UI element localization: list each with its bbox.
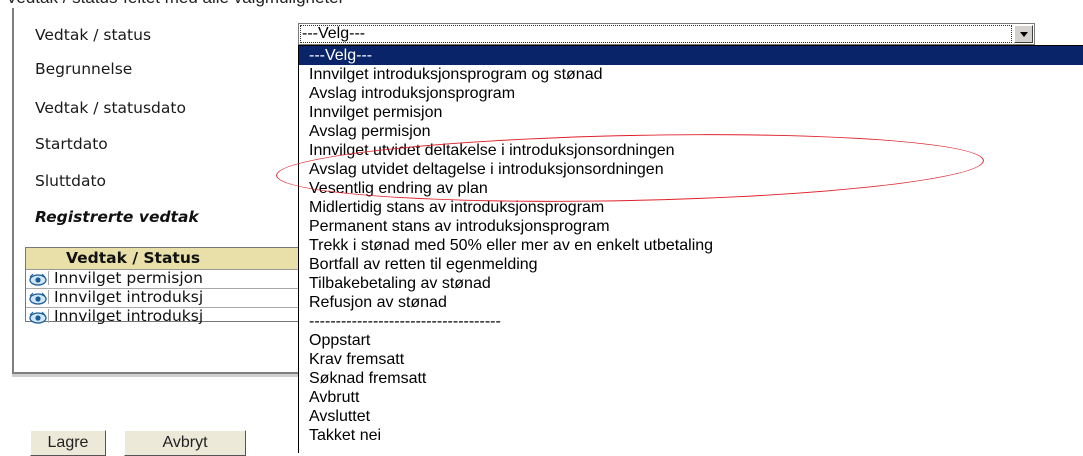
registrerte-vedtak-heading: Registrerte vedtak bbox=[35, 208, 199, 226]
table-cell-status: Innvilget introduksj bbox=[54, 288, 204, 306]
dropdown-option[interactable]: Tilbakebetaling av stønad bbox=[299, 274, 1083, 293]
avbryt-button[interactable]: Avbryt bbox=[124, 430, 246, 456]
eye-icon[interactable] bbox=[28, 290, 49, 305]
table-row[interactable]: Innvilget introduksj bbox=[26, 307, 304, 326]
begrunnelse-label: Begrunnelse bbox=[35, 60, 133, 78]
table-row[interactable]: Innvilget introduksj bbox=[26, 288, 304, 308]
lagre-button[interactable]: Lagre bbox=[30, 430, 106, 456]
dropdown-option[interactable]: Bortfall av retten til egenmelding bbox=[299, 255, 1083, 274]
eye-icon[interactable] bbox=[28, 309, 49, 324]
dropdown-option[interactable]: Vesentlig endring av plan bbox=[299, 179, 1083, 198]
dropdown-option[interactable]: Søknad fremsatt bbox=[299, 369, 1083, 388]
vedtak-table: Vedtak / Status Innvilget permisjon Innv… bbox=[25, 247, 305, 325]
dropdown-option[interactable]: Permanent stans av introduksjonsprogram bbox=[299, 217, 1083, 236]
dropdown-option[interactable]: Oppstart bbox=[299, 331, 1083, 350]
dropdown-option[interactable]: Takket nei bbox=[299, 426, 1083, 445]
dropdown-option[interactable]: Avslag utvidet deltagelse i introduksjon… bbox=[299, 160, 1083, 179]
dropdown-option[interactable]: Avslag permisjon bbox=[299, 122, 1083, 141]
dropdown-option[interactable]: Innvilget permisjon bbox=[299, 103, 1083, 122]
dropdown-option[interactable]: ------------------------------------ bbox=[299, 312, 1083, 331]
dropdown-option[interactable]: ---Velg--- bbox=[299, 46, 1083, 65]
sluttdato-label: Sluttdato bbox=[35, 172, 107, 190]
startdato-label: Startdato bbox=[35, 135, 108, 153]
vedtak-status-select[interactable]: ---Velg--- bbox=[298, 23, 1035, 45]
chevron-down-icon[interactable] bbox=[1014, 25, 1033, 43]
dropdown-option[interactable]: Avbrutt bbox=[299, 388, 1083, 407]
table-row[interactable]: Innvilget permisjon bbox=[26, 269, 304, 289]
top-strip-text: Vedtak / status-feltet med alle valgmuli… bbox=[6, 0, 344, 8]
dropdown-option[interactable]: Avslag introduksjonsprogram bbox=[299, 84, 1083, 103]
eye-icon[interactable] bbox=[28, 271, 49, 286]
dropdown-option[interactable]: Avsluttet bbox=[299, 407, 1083, 426]
dropdown-option[interactable]: Innvilget introduksjonsprogram og stønad bbox=[299, 65, 1083, 84]
vedtak-status-label: Vedtak / status bbox=[35, 26, 152, 44]
top-strip: Vedtak / status-feltet med alle valgmuli… bbox=[0, 0, 1083, 8]
dropdown-option[interactable]: Trekk i stønad med 50% eller mer av en e… bbox=[299, 236, 1083, 255]
table-cell-status: Innvilget introduksj bbox=[54, 307, 204, 325]
select-value: ---Velg--- bbox=[302, 25, 366, 42]
table-header: Vedtak / Status bbox=[26, 248, 304, 270]
statusdato-label: Vedtak / statusdato bbox=[35, 99, 186, 117]
vedtak-status-dropdown[interactable]: ---Velg--- Innvilget introduksjonsprogram… bbox=[298, 45, 1083, 453]
table-header-vedtak-status: Vedtak / Status bbox=[66, 249, 201, 267]
dropdown-option[interactable]: Krav fremsatt bbox=[299, 350, 1083, 369]
dropdown-option[interactable]: Innvilget utvidet deltakelse i introduks… bbox=[299, 141, 1083, 160]
table-cell-status: Innvilget permisjon bbox=[54, 269, 203, 287]
select-focus-ring bbox=[300, 25, 1012, 43]
dropdown-option[interactable]: Refusjon av stønad bbox=[299, 293, 1083, 312]
dropdown-option[interactable]: Midlertidig stans av introduksjonsprogra… bbox=[299, 198, 1083, 217]
